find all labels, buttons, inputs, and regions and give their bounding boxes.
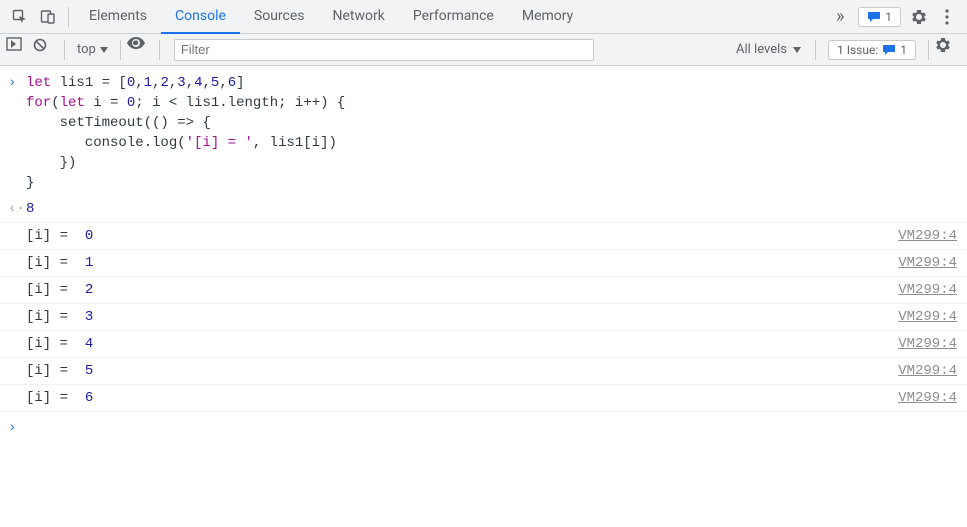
tab-elements[interactable]: Elements: [75, 0, 161, 34]
issues-button[interactable]: 1 Issue: 1: [828, 40, 916, 60]
console-log-row: [i] = 2VM299:4: [0, 277, 967, 304]
console-log-row: [i] = 0VM299:4: [0, 223, 967, 250]
log-source-link[interactable]: VM299:4: [898, 307, 957, 327]
topbar-right: 1: [854, 5, 961, 29]
prompt-icon: ›: [8, 73, 26, 93]
levels-label: All levels: [736, 42, 787, 57]
devtools-topbar: ElementsConsoleSourcesNetworkPerformance…: [0, 0, 967, 34]
console-log-row: [i] = 1VM299:4: [0, 250, 967, 277]
chevron-down-icon: [793, 47, 801, 53]
log-message: [i] = 2: [26, 280, 898, 300]
log-source-link[interactable]: VM299:4: [898, 253, 957, 273]
gear-icon[interactable]: [907, 5, 931, 29]
prompt-icon: ›: [8, 418, 26, 438]
log-source-link[interactable]: VM299:4: [898, 226, 957, 246]
log-message: [i] = 6: [26, 388, 898, 408]
tab-console[interactable]: Console: [161, 0, 240, 34]
tab-memory[interactable]: Memory: [508, 0, 587, 34]
console-log-row: [i] = 6VM299:4: [0, 385, 967, 412]
log-source-link[interactable]: VM299:4: [898, 388, 957, 408]
tab-sources[interactable]: Sources: [240, 0, 319, 34]
kebab-icon[interactable]: [935, 5, 959, 29]
messages-badge[interactable]: 1: [858, 7, 901, 27]
log-message: [i] = 1: [26, 253, 898, 273]
tab-strip: ElementsConsoleSourcesNetworkPerformance…: [75, 0, 826, 34]
device-toggle-icon[interactable]: [36, 5, 60, 29]
result-value: 8: [26, 199, 34, 219]
inspect-icon[interactable]: [8, 5, 32, 29]
separator: [159, 40, 160, 60]
console-input-block: › let lis1 = [0,1,2,3,4,5,6] for(let i =…: [0, 70, 967, 196]
prompt-input[interactable]: [26, 418, 957, 436]
log-message: [i] = 5: [26, 361, 898, 381]
console-body: › let lis1 = [0,1,2,3,4,5,6] for(let i =…: [0, 66, 967, 444]
separator: [64, 40, 65, 60]
separator: [120, 40, 121, 60]
clear-console-icon[interactable]: [32, 37, 58, 63]
console-toolbar: top All levels 1 Issue: 1: [0, 34, 967, 66]
console-log-row: [i] = 4VM299:4: [0, 331, 967, 358]
separator: [68, 7, 69, 27]
log-source-link[interactable]: VM299:4: [898, 361, 957, 381]
separator: [928, 40, 929, 60]
console-log-row: [i] = 5VM299:4: [0, 358, 967, 385]
log-message: [i] = 3: [26, 307, 898, 327]
messages-count: 1: [885, 10, 892, 24]
log-message: [i] = 0: [26, 226, 898, 246]
issues-count: 1: [900, 43, 907, 57]
separator: [815, 40, 816, 60]
filter-input[interactable]: [174, 39, 594, 61]
issues-label: 1 Issue:: [837, 43, 878, 57]
input-code: let lis1 = [0,1,2,3,4,5,6] for(let i = 0…: [26, 73, 957, 193]
result-icon: ‹·: [8, 199, 26, 219]
chevron-down-icon: [100, 47, 108, 53]
message-icon: [882, 44, 896, 56]
console-prompt[interactable]: ›: [0, 412, 967, 444]
console-result-row: ‹· 8: [0, 196, 967, 223]
eye-icon[interactable]: [127, 37, 153, 63]
console-log-row: [i] = 3VM299:4: [0, 304, 967, 331]
context-selector[interactable]: top: [71, 42, 114, 57]
log-source-link[interactable]: VM299:4: [898, 280, 957, 300]
sidebar-toggle-icon[interactable]: [6, 37, 32, 63]
levels-selector[interactable]: All levels: [728, 42, 809, 57]
log-message: [i] = 4: [26, 334, 898, 354]
log-source-link[interactable]: VM299:4: [898, 334, 957, 354]
more-tabs-icon[interactable]: »: [828, 5, 852, 29]
tab-network[interactable]: Network: [319, 0, 399, 34]
gear-icon[interactable]: [935, 37, 961, 63]
context-label: top: [77, 42, 96, 57]
tab-performance[interactable]: Performance: [399, 0, 508, 34]
